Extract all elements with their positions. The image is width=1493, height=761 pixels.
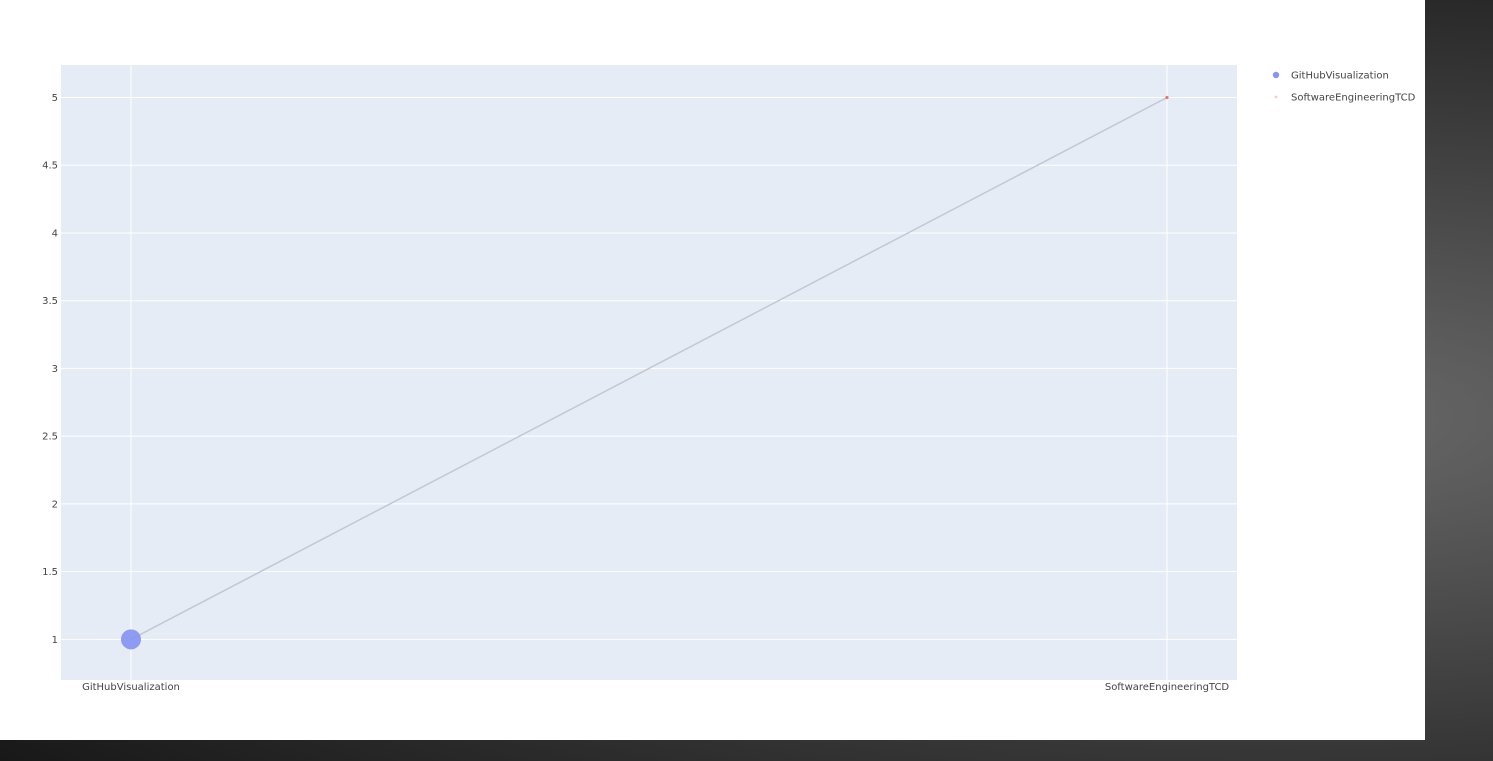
plot-area xyxy=(61,65,1237,680)
legend-label: GitHubVisualization xyxy=(1291,71,1389,82)
legend-marker xyxy=(1274,95,1278,99)
y-tick-label: 3 xyxy=(52,364,58,375)
y-tick-label: 3.5 xyxy=(42,296,58,307)
x-axis-ticks: GitHubVisualization SoftwareEngineeringTC… xyxy=(82,682,1229,693)
y-tick-label: 5 xyxy=(52,93,58,104)
data-point[interactable] xyxy=(1165,95,1169,100)
y-tick-label: 1 xyxy=(52,635,58,646)
legend-item[interactable]: SoftwareEngineeringTCD xyxy=(1274,93,1416,104)
chart-panel: 1 1.5 2 2.5 3 3.5 4 4.5 5 GitHubVisualization Sof… xyxy=(0,0,1425,740)
legend-label: SoftwareEngineeringTCD xyxy=(1291,93,1416,104)
legend-marker xyxy=(1272,71,1280,79)
chart-svg: 1 1.5 2 2.5 3 3.5 4 4.5 5 GitHubVisualization Sof… xyxy=(42,65,1416,693)
y-tick-label: 1.5 xyxy=(42,567,58,578)
legend[interactable]: GitHubVisualization SoftwareEngineeringTC… xyxy=(1272,71,1416,104)
y-axis-ticks: 1 1.5 2 2.5 3 3.5 4 4.5 5 xyxy=(42,93,58,646)
x-tick-label: SoftwareEngineeringTCD xyxy=(1105,682,1230,693)
x-tick-label: GitHubVisualization xyxy=(82,682,180,693)
y-tick-label: 4.5 xyxy=(42,161,58,172)
y-tick-label: 4 xyxy=(52,228,58,239)
legend-item[interactable]: GitHubVisualization xyxy=(1272,71,1389,82)
data-point[interactable] xyxy=(121,629,141,650)
y-tick-label: 2.5 xyxy=(42,432,58,443)
y-tick-label: 2 xyxy=(52,499,58,510)
